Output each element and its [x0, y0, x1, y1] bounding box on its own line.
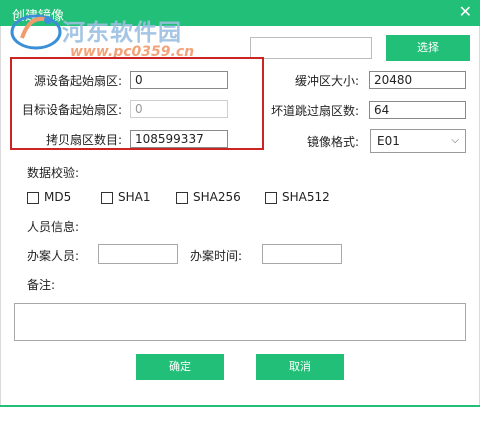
target-start-input[interactable]: 0	[130, 100, 228, 118]
md5-label: MD5	[44, 190, 72, 204]
handler-label: 办案人员:	[27, 249, 80, 263]
watermark	[8, 8, 64, 55]
buffer-size-input[interactable]: 20480	[369, 71, 466, 89]
source-start-input[interactable]: 0	[130, 71, 228, 89]
notes-textarea[interactable]	[14, 303, 466, 341]
image-format-label: 镜像格式:	[307, 135, 360, 149]
notes-label: 备注:	[27, 278, 56, 292]
sha1-label: SHA1	[118, 190, 151, 204]
chevron-down-icon: ⌵	[451, 135, 459, 146]
watermark-title: 河东软件园	[62, 20, 182, 46]
personnel-info-label: 人员信息:	[27, 220, 80, 234]
handler-input[interactable]	[98, 244, 178, 264]
sha1-checkbox[interactable]	[101, 192, 113, 204]
sha512-label: SHA512	[282, 190, 330, 204]
skip-sectors-label: 坏道跳过扇区数:	[271, 104, 360, 118]
sha256-label: SHA256	[193, 190, 241, 204]
copy-count-input[interactable]: 108599337	[130, 130, 228, 148]
image-format-value: E01	[377, 134, 400, 148]
checksum-label: 数据校验:	[27, 166, 80, 180]
image-path-input[interactable]	[250, 37, 372, 59]
copy-count-label: 拷贝扇区数目:	[45, 133, 122, 147]
case-time-label: 办案时间:	[190, 249, 243, 263]
sha512-checkbox[interactable]	[265, 192, 277, 204]
skip-sectors-input[interactable]: 64	[369, 101, 466, 119]
md5-checkbox[interactable]	[27, 192, 39, 204]
browse-button[interactable]: 选择	[386, 35, 470, 61]
ok-button[interactable]: 确定	[136, 354, 224, 380]
target-start-label: 目标设备起始扇区:	[21, 103, 122, 117]
buffer-size-label: 缓冲区大小:	[295, 74, 360, 88]
window-bottom-border	[0, 405, 480, 407]
image-format-select[interactable]: E01 ⌵	[370, 129, 466, 153]
case-time-input[interactable]	[262, 244, 342, 264]
sha256-checkbox[interactable]	[176, 192, 188, 204]
source-start-label: 源设备起始扇区:	[33, 74, 122, 88]
cancel-button[interactable]: 取消	[256, 354, 344, 380]
close-icon[interactable]: ✕	[459, 3, 472, 21]
watermark-logo-icon	[10, 14, 62, 50]
